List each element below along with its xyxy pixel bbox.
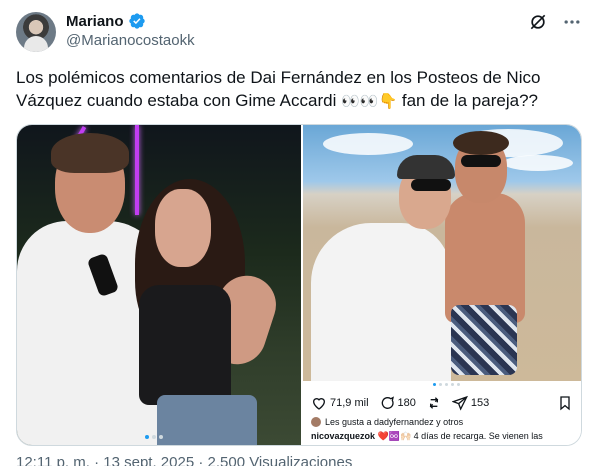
woman-jeans [157, 395, 257, 445]
repost-action [426, 395, 442, 411]
woman-figure [311, 223, 451, 381]
more-horizontal-icon[interactable] [562, 12, 582, 32]
carousel-dot [433, 383, 436, 386]
author-avatar[interactable] [16, 12, 56, 52]
author-name-row: Mariano [66, 12, 146, 30]
cloud [323, 133, 413, 155]
woman-top [139, 285, 231, 405]
likes-count: 71,9 mil [330, 397, 369, 409]
grok-icon[interactable] [528, 12, 548, 32]
bookmark-icon [560, 396, 570, 411]
liked-by-line: Les gusta a dadyfernandez y otros [311, 417, 463, 427]
instagram-actions: 71,9 mil 180 153 [311, 393, 573, 413]
cloud [503, 155, 573, 171]
comment-action: 180 [379, 395, 416, 411]
man-torso [445, 193, 525, 323]
man-sunglasses [461, 155, 501, 167]
tweet-text: Los polémicos comentarios de Dai Fernánd… [16, 66, 576, 113]
carousel-dot [159, 435, 163, 439]
carousel-dot [439, 383, 442, 386]
tweet-header: Mariano @Marianocostaokk [16, 10, 582, 54]
repost-icon [429, 397, 439, 409]
carousel-dot [451, 383, 454, 386]
author-name[interactable]: Mariano [66, 13, 124, 30]
like-action: 71,9 mil [311, 395, 369, 411]
comments-count: 180 [397, 397, 416, 409]
share-action: 153 [451, 395, 490, 411]
carousel-dot [457, 383, 460, 386]
author-handle[interactable]: @Marianocostaokk [66, 32, 195, 49]
carousel-dot [145, 435, 149, 439]
top-actions [528, 12, 582, 32]
photo-couple-night[interactable] [17, 125, 301, 445]
man-shorts [451, 305, 517, 375]
man-hair [453, 131, 509, 155]
liked-by-text: Les gusta a dadyfernandez y otros [325, 417, 464, 427]
media-grid: 71,9 mil 180 153 Les gusta a dadyfernand… [16, 124, 582, 446]
woman-cap [397, 155, 455, 179]
heart-icon [312, 398, 326, 410]
tweet-meta: 12:11 p. m. · 13 sept. 2025 · 2.500 Visu… [16, 454, 353, 466]
comment-icon [381, 396, 394, 409]
instagram-beach-photo [303, 125, 581, 381]
woman-face [155, 189, 211, 267]
man-hair [51, 133, 129, 173]
carousel-dots [145, 435, 163, 439]
instagram-screenshot[interactable]: 71,9 mil 180 153 Les gusta a dadyfernand… [303, 125, 581, 445]
liker-avatar [311, 417, 321, 427]
shares-count: 153 [470, 397, 490, 409]
carousel-dot [445, 383, 448, 386]
send-icon [451, 395, 468, 411]
woman-sunglasses [411, 179, 451, 191]
tweet-emojis: 👀👀👇 [341, 93, 398, 110]
caption-text: ❤️♾️🙌🏻 4 días de recarga. Se vienen las [377, 431, 543, 441]
tweet-tail: fan de la pareja?? [397, 91, 538, 110]
instagram-carousel-dots [433, 383, 460, 386]
caption-username: nicovazquezok [311, 431, 376, 441]
verified-badge-icon [128, 13, 145, 29]
instagram-caption: nicovazquezok ❤️♾️🙌🏻 4 días de recarga. … [311, 431, 577, 442]
carousel-dot [152, 435, 156, 439]
neon-light [135, 125, 139, 215]
